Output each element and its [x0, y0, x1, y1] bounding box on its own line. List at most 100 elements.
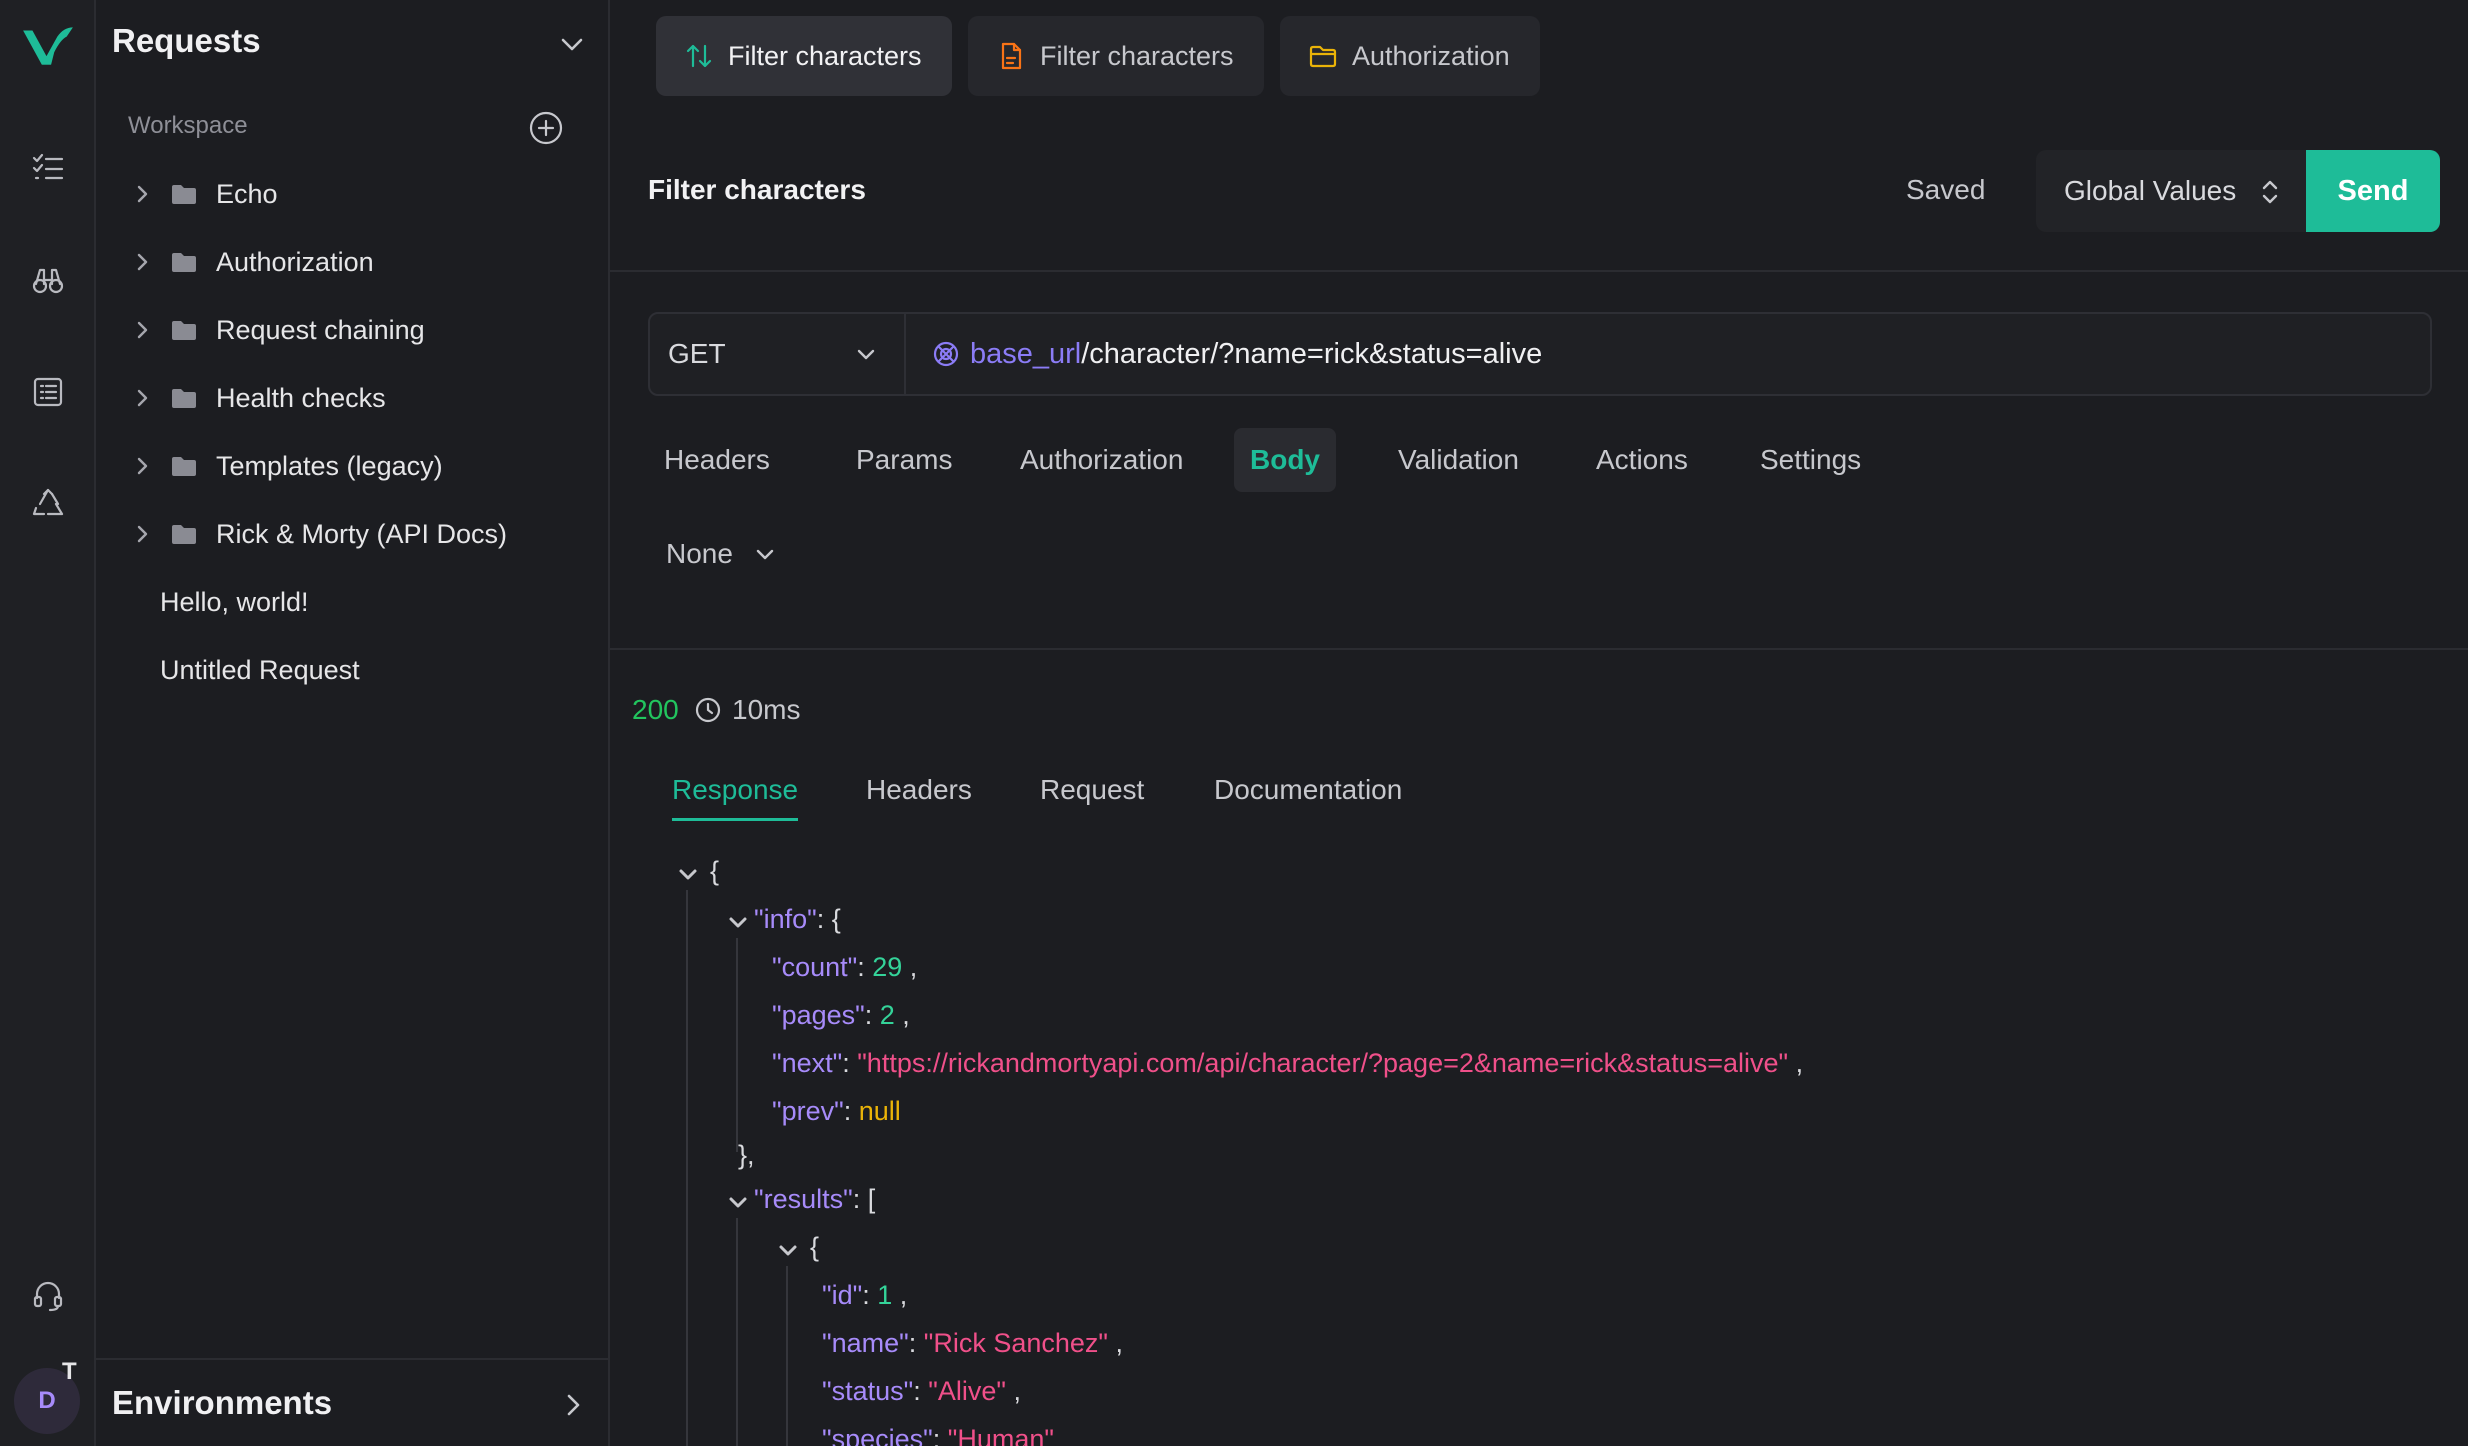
add-icon[interactable]	[528, 110, 564, 146]
json-punct: :	[932, 1424, 948, 1446]
json-string: "Human"	[947, 1424, 1054, 1446]
json-key: "info"	[754, 904, 817, 934]
collapse-chevron-icon[interactable]	[676, 862, 700, 886]
folder-label: Authorization	[216, 246, 374, 277]
folder-rick-and-morty[interactable]: Rick & Morty (API Docs)	[128, 506, 588, 562]
send-button[interactable]: Send	[2306, 150, 2440, 232]
json-string: "https://rickandmortyapi.com/api/charact…	[857, 1048, 1789, 1078]
tab-response[interactable]: Response	[672, 774, 799, 821]
folder-health-checks[interactable]: Health checks	[128, 370, 588, 426]
collapse-chevron-icon[interactable]	[726, 1190, 750, 1214]
folder-icon	[172, 525, 196, 544]
json-number: 1	[877, 1280, 893, 1310]
json-line-next: "next": "https://rickandmortyapi.com/api…	[772, 1048, 1803, 1079]
chevron-right-icon	[137, 321, 148, 339]
sidebar-title: Requests	[112, 22, 261, 59]
json-line-results: "results": [	[754, 1184, 875, 1215]
tab-authorization[interactable]: Authorization	[1004, 428, 1199, 492]
tab-body[interactable]: Body	[1234, 428, 1336, 492]
tab-actions[interactable]: Actions	[1580, 428, 1704, 492]
status-code: 200	[632, 694, 679, 725]
chevron-right-icon	[137, 185, 148, 203]
tab-response-request[interactable]: Request	[1040, 774, 1144, 818]
collapse-chevron-icon[interactable]	[776, 1238, 800, 1262]
tab-headers[interactable]: Headers	[648, 428, 786, 492]
tab-filter-characters[interactable]: Filter characters	[968, 16, 1264, 96]
json-punct: :	[842, 1048, 858, 1078]
tab-params[interactable]: Params	[840, 428, 968, 492]
app-window: D T Requests Workspace Echo Authorizatio…	[0, 0, 2468, 1446]
folder-request-chaining[interactable]: Request chaining	[128, 302, 588, 358]
json-number: 2	[879, 1000, 895, 1030]
json-key: "species"	[822, 1424, 933, 1446]
chevron-right-icon	[137, 389, 148, 407]
json-brace: {	[810, 1232, 820, 1262]
headset-icon[interactable]	[18, 1266, 78, 1326]
chevron-down-icon[interactable]	[556, 28, 588, 60]
folder-icon	[172, 185, 196, 204]
url-input[interactable]: base_url/character/?name=rick&status=ali…	[914, 314, 1542, 394]
indent-guide	[736, 938, 738, 1152]
json-line-name: "name": "Rick Sanchez" ,	[822, 1328, 1123, 1359]
json-number: 29	[872, 952, 903, 982]
method-select[interactable]: GET	[650, 314, 906, 394]
json-null: null	[858, 1096, 901, 1126]
sidebar: Requests Workspace Echo Authorization Re…	[96, 0, 610, 1446]
json-string: "Alive"	[928, 1376, 1006, 1406]
chevron-right-icon	[567, 1394, 580, 1416]
folder-authorization[interactable]: Authorization	[128, 234, 588, 290]
avatar-initial: D	[38, 1387, 56, 1414]
tab-label: Filter characters	[1040, 40, 1234, 71]
folder-label: Health checks	[216, 382, 386, 413]
json-brace: {	[710, 856, 720, 886]
request-title: Filter characters	[648, 174, 866, 205]
json-line-pages: "pages": 2 ,	[772, 1000, 910, 1031]
divider	[610, 270, 2468, 272]
body-type-select[interactable]: None	[666, 538, 779, 570]
tab-settings[interactable]: Settings	[1744, 428, 1877, 492]
logo-icon[interactable]	[18, 16, 78, 76]
chevron-up-down-icon	[2262, 180, 2278, 204]
json-punct: :	[908, 1328, 924, 1358]
json-punct: :	[864, 1000, 880, 1030]
request-label: Untitled Request	[160, 654, 360, 685]
request-hello-world[interactable]: Hello, world!	[128, 574, 588, 630]
chevron-right-icon	[137, 525, 148, 543]
tab-label: Authorization	[1352, 40, 1510, 71]
folder-label: Request chaining	[216, 314, 425, 345]
binoculars-icon[interactable]	[18, 250, 78, 310]
tab-response-headers[interactable]: Headers	[866, 774, 972, 818]
json-punct: :	[913, 1376, 929, 1406]
arrows-up-down-icon	[686, 44, 712, 68]
json-punct: : [	[852, 1184, 876, 1214]
json-punct: ,	[1788, 1048, 1804, 1078]
request-label: Hello, world!	[160, 586, 309, 617]
json-line-info: "info": {	[754, 904, 841, 935]
json-key: "pages"	[772, 1000, 865, 1030]
url-variable: base_url	[970, 337, 1082, 370]
saved-status: Saved	[1906, 174, 1986, 205]
collapse-chevron-icon[interactable]	[726, 910, 750, 934]
folder-echo[interactable]: Echo	[128, 166, 588, 222]
tab-authorization[interactable]: Authorization	[1280, 16, 1540, 96]
json-punct: : {	[816, 904, 841, 934]
environments-bar[interactable]: Environments	[96, 1358, 610, 1446]
list-icon[interactable]	[18, 362, 78, 422]
indent-guide	[786, 1266, 788, 1446]
checklist-icon[interactable]	[18, 138, 78, 198]
request-untitled[interactable]: Untitled Request	[128, 642, 588, 698]
body-type-value: None	[666, 538, 733, 569]
tab-validation[interactable]: Validation	[1382, 428, 1535, 492]
json-brace: },	[738, 1140, 755, 1170]
environment-select[interactable]: Global Values	[2036, 150, 2306, 232]
tab-filter-characters-active[interactable]: Filter characters	[656, 16, 952, 96]
main-panel: Filter characters Filter characters Auth…	[610, 0, 2468, 1446]
workspace-label: Workspace	[128, 112, 248, 139]
recycle-icon[interactable]	[18, 474, 78, 534]
tab-documentation[interactable]: Documentation	[1214, 774, 1402, 818]
folder-icon	[1309, 45, 1337, 68]
folder-label: Rick & Morty (API Docs)	[216, 518, 508, 549]
folder-icon	[172, 457, 196, 476]
json-line-prev: "prev": null	[772, 1096, 901, 1127]
folder-templates-legacy[interactable]: Templates (legacy)	[128, 438, 588, 494]
